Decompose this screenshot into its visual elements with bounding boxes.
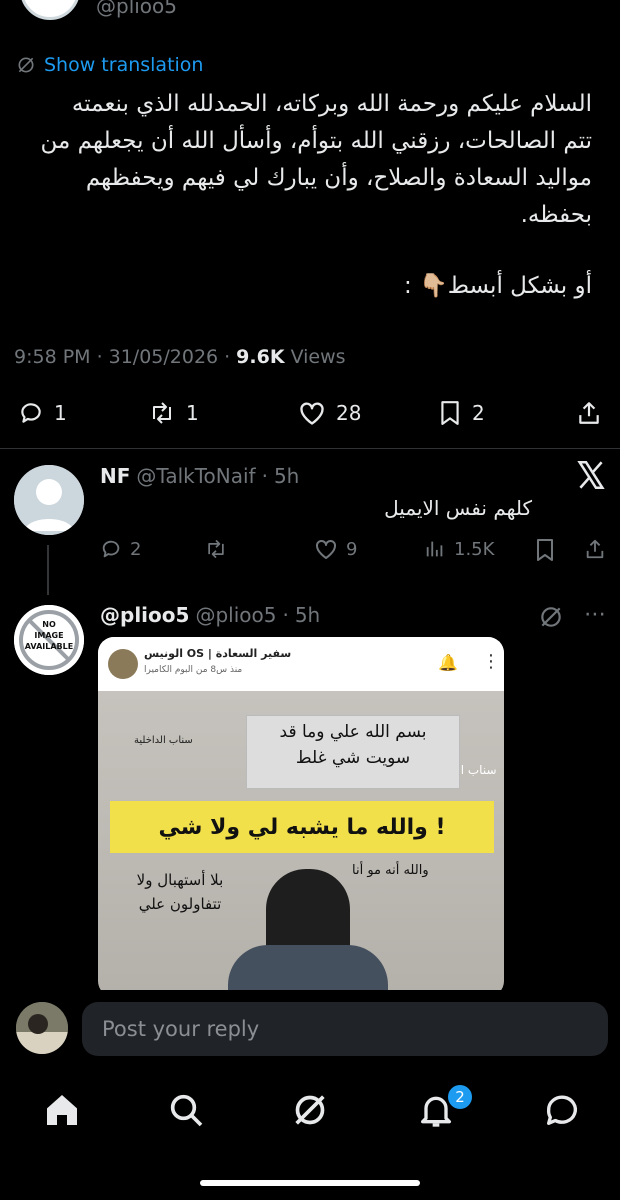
like-count: 28 [336, 401, 362, 425]
grok-icon[interactable] [290, 1090, 330, 1130]
media-caption-bottom: بلا أستهبال ولا تتفاولون علي [136, 871, 224, 913]
reply-icon [100, 538, 122, 560]
tweet-time: 9:58 PM [14, 346, 91, 368]
like-button[interactable]: 28 [298, 392, 361, 434]
my-avatar[interactable] [16, 1002, 68, 1054]
show-translation-link[interactable]: Show translation [16, 52, 203, 78]
media-profile-sub: منذ س8 من البوم الكاميرا [144, 665, 243, 675]
views-label: Views [290, 346, 346, 368]
home-indicator [200, 1180, 420, 1186]
tweet-text-line: تتم الصالحات، رزقني الله بتوأم، وأسأل ال… [40, 128, 592, 154]
tweet-text-extra: أو بشكل أبسط👇🏼 : [404, 273, 592, 299]
author-handle[interactable]: @plioo5 [96, 0, 177, 18]
tweet-text: السلام عليكم ورحمة الله وبركاته، الحمدلل… [12, 86, 592, 234]
reply-count: 1 [54, 401, 67, 425]
views-count: 1.5K [454, 538, 495, 560]
analytics-icon [424, 538, 446, 560]
repost-icon [204, 538, 228, 560]
more-vertical-icon: ⋮ [482, 651, 500, 672]
messages-icon[interactable] [542, 1090, 582, 1130]
reply-count: 2 [130, 538, 142, 560]
views-count: 9.6K [236, 346, 285, 368]
reply-author-name[interactable]: @plioo5 [100, 603, 189, 627]
reply-header: @plioo5 @plioo5 · 5h [100, 603, 320, 627]
media-side-left: سناب الداخلية [134, 735, 193, 746]
share-icon [584, 538, 606, 560]
media-profile-avatar [108, 649, 138, 679]
media-profile-name: الونيس OS | سفير السعادة [144, 647, 292, 660]
media-caption-box: بسم الله علي وما قد سويت شي غلط [246, 715, 460, 789]
bookmark-icon [438, 400, 462, 426]
meta-dot: · [224, 346, 231, 368]
reply-author-handle[interactable]: @plioo5 [195, 603, 276, 627]
like-button[interactable]: 9 [314, 538, 357, 560]
translate-icon[interactable] [538, 604, 564, 630]
share-button[interactable] [576, 392, 602, 434]
reply-button[interactable]: 2 [100, 538, 141, 560]
media-caption-small: والله أنه مو أنا [352, 863, 429, 878]
share-icon [576, 400, 602, 426]
bell-icon: 🔔 [438, 653, 458, 672]
reply-icon [18, 400, 44, 426]
tweet-text-line: بحفظه. [520, 202, 592, 228]
reply-button[interactable]: 1 [18, 392, 67, 434]
views-button[interactable]: 1.5K [424, 538, 494, 560]
reply-time: 5h [294, 603, 321, 627]
translate-icon [16, 55, 36, 75]
tweet-date: 31/05/2026 [108, 346, 219, 368]
tweet-actions: 1 1 28 2 [0, 392, 620, 434]
repost-button[interactable]: 1 [148, 392, 199, 434]
bookmark-button[interactable] [534, 538, 556, 562]
more-options-icon[interactable]: ⋯ [584, 602, 608, 627]
tweet-text-line: السلام عليكم ورحمة الله وبركاته، الحمدلل… [71, 91, 592, 117]
reply-avatar[interactable] [14, 465, 84, 535]
meta-dot: · [282, 603, 289, 627]
bookmark-button[interactable]: 2 [438, 392, 485, 434]
bookmark-count: 2 [472, 401, 485, 425]
no-image-text: NO IMAGE AVAILABLE [24, 620, 74, 651]
divider [0, 448, 620, 449]
reply-time: 5h [273, 464, 300, 488]
repost-icon [148, 400, 176, 426]
like-count: 9 [346, 538, 358, 560]
meta-dot: · [96, 346, 103, 368]
repost-count: 1 [186, 401, 199, 425]
thread-line [47, 545, 49, 595]
author-avatar[interactable] [20, 0, 80, 20]
reply-header: NF @TalkToNaif · 5h [100, 464, 299, 488]
reply-avatar[interactable]: NO IMAGE AVAILABLE [14, 605, 84, 675]
home-icon[interactable] [42, 1090, 82, 1130]
tweet-text-line: مواليد السعادة والصلاح، وأن يبارك لي فيه… [85, 165, 592, 191]
media-profile-bar: الونيس OS | سفير السعادة منذ س8 من البوم… [98, 637, 504, 691]
bookmark-icon [534, 538, 556, 562]
x-logo-icon [574, 458, 608, 492]
share-button[interactable] [584, 538, 606, 560]
media-caption-highlight: والله ما يشبه لي ولا شي ! [110, 801, 494, 853]
show-translation-label: Show translation [44, 54, 204, 76]
reply-author-name[interactable]: NF [100, 464, 130, 488]
heart-icon [314, 538, 338, 560]
reply-placeholder: Post your reply [102, 1017, 260, 1041]
reply-media-image[interactable]: الونيس OS | سفير السعادة منذ س8 من البوم… [98, 637, 504, 997]
heart-icon [298, 400, 326, 426]
reply-input[interactable]: Post your reply [82, 1002, 608, 1056]
notifications-badge: 2 [446, 1083, 474, 1111]
search-icon[interactable] [166, 1090, 206, 1130]
meta-dot: · [261, 464, 268, 488]
tweet-meta: 9:58 PM · 31/05/2026 · 9.6K Views [14, 346, 346, 368]
reply-text: كلهم نفس الايميل [384, 496, 532, 520]
reply-author-handle[interactable]: @TalkToNaif [136, 464, 255, 488]
repost-button[interactable] [204, 538, 228, 560]
